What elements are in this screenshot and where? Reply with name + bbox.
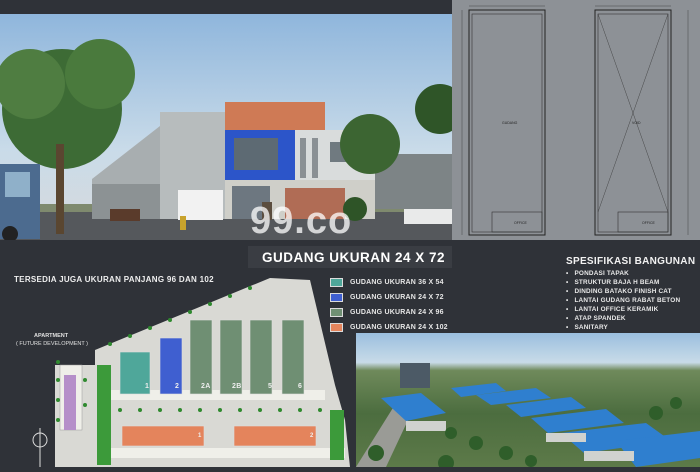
right-room-label: VOID	[632, 121, 641, 125]
specs-section: SPESIFIKASI BANGUNAN PONDASI TAPAK STRUK…	[566, 256, 695, 332]
spec-item: PONDASI TAPAK	[566, 269, 695, 278]
unit-label: 2B	[232, 383, 242, 390]
legend-label: GUDANG UKURAN 24 X 96	[350, 309, 444, 316]
specs-heading: SPESIFIKASI BANGUNAN	[566, 256, 696, 267]
spec-item: ATAP SPANDEK	[566, 314, 695, 323]
left-room-label: GUDANG	[502, 121, 518, 125]
site-plan-drawing	[32, 278, 350, 467]
warehouse-render-image: 99.co	[0, 14, 452, 240]
page-title: GUDANG UKURAN 24 X 72	[262, 250, 446, 265]
aerial-view-image	[356, 333, 700, 467]
floor-plans-drawing: GUDANG OFFICE VOID OFFICE	[461, 5, 689, 236]
unit-label: 6	[298, 383, 303, 390]
unit-label: 5	[268, 383, 273, 390]
legend-label: GUDANG UKURAN 36 X 54	[350, 279, 444, 286]
apartment-label: APARTMENT	[34, 333, 69, 339]
unit-label: 1	[198, 433, 202, 439]
right-office-label: OFFICE	[642, 221, 655, 225]
floor-plans-panel: GUDANG OFFICE VOID OFFICE	[452, 0, 700, 240]
spec-item: DINDING BATAKO FINISH CAT	[566, 287, 695, 296]
spec-item: LANTAI GUDANG RABAT BETON	[566, 296, 695, 305]
future-development-label: ( FUTURE DEVELOPMENT )	[16, 341, 89, 347]
legend-label: GUDANG UKURAN 24 X 72	[350, 294, 444, 301]
aerial-illustration	[356, 363, 700, 467]
spec-item: LANTAI OFFICE KERAMIK	[566, 305, 695, 314]
unit-label: 2A	[201, 383, 211, 390]
spec-item: SANITARY	[566, 323, 695, 332]
unit-label: 1	[145, 383, 150, 390]
unit-label: 2	[175, 383, 180, 390]
site-plan: 1 2 2A 2B 5 6 1 2 APARTMENT ( FUTURE DEV…	[0, 270, 356, 467]
spec-item: STRUKTUR BAJA H BEAM	[566, 278, 695, 287]
legend-label: GUDANG UKURAN 24 X 102	[350, 324, 448, 331]
watermark-logo: 99.co	[250, 200, 353, 240]
specs-list: PONDASI TAPAK STRUKTUR BAJA H BEAM DINDI…	[566, 269, 695, 332]
left-office-label: OFFICE	[514, 221, 527, 225]
unit-label: 2	[310, 433, 314, 439]
